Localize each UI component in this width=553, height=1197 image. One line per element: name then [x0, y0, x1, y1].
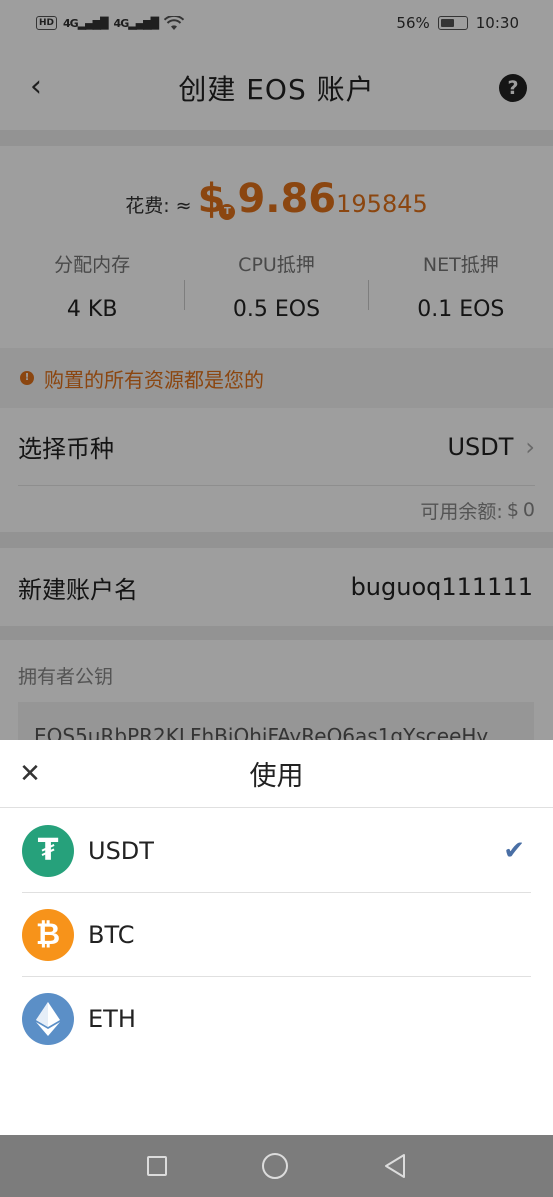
option-content: ETH — [22, 977, 531, 1061]
coin-name: BTC — [88, 920, 135, 949]
checkmark-icon: ✔ — [503, 835, 525, 866]
close-button[interactable]: ✕ — [18, 760, 42, 788]
option-content: ₮ USDT ✔ — [22, 809, 531, 893]
close-icon: ✕ — [19, 759, 41, 789]
tether-icon: ₮ — [22, 824, 74, 877]
recents-button[interactable] — [146, 1156, 167, 1176]
coin-option-eth[interactable]: ETH — [0, 977, 553, 1061]
modal-backdrop[interactable] — [0, 0, 553, 740]
system-back-button[interactable] — [383, 1153, 407, 1179]
option-content: ₿ BTC — [22, 893, 531, 977]
coin-picker-sheet: ✕ 使用 ₮ USDT ✔ ₿ BTC ETH — [0, 740, 553, 1135]
coin-name: USDT — [88, 836, 154, 865]
ethereum-glyph — [36, 1002, 60, 1036]
home-button[interactable] — [261, 1153, 288, 1179]
sheet-header: ✕ 使用 — [0, 740, 553, 808]
bitcoin-icon: ₿ — [22, 908, 74, 961]
ethereum-icon — [22, 993, 74, 1045]
coin-option-btc[interactable]: ₿ BTC — [0, 893, 553, 977]
sheet-title: 使用 — [249, 761, 304, 792]
system-nav-bar — [0, 1135, 553, 1197]
coin-option-usdt[interactable]: ₮ USDT ✔ — [0, 809, 553, 893]
coin-name: ETH — [88, 1005, 136, 1033]
